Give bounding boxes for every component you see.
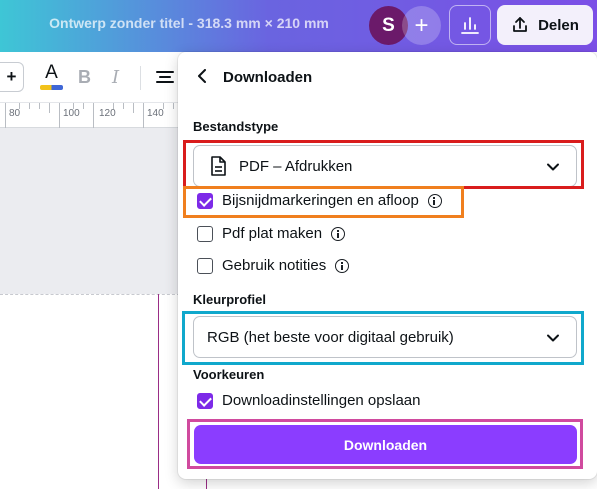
flatten-pdf-checkbox[interactable] — [197, 225, 213, 242]
color-profile-label: Kleurprofiel — [193, 292, 266, 307]
chevron-left-icon — [198, 69, 206, 83]
save-settings-checkbox[interactable] — [197, 392, 213, 409]
text-color-button[interactable]: A — [39, 62, 64, 92]
bold-button[interactable]: B — [78, 67, 91, 88]
preferences-label: Voorkeuren — [193, 367, 265, 382]
add-collaborator-button[interactable]: + — [402, 6, 441, 45]
flatten-pdf-label: Pdf plat maken — [222, 225, 323, 242]
bleed-guide — [158, 294, 159, 489]
share-label: Delen — [538, 16, 579, 34]
align-button[interactable] — [155, 70, 175, 91]
bar-chart-icon — [461, 17, 479, 34]
back-button[interactable] — [192, 66, 212, 86]
text-color-icon: A — [45, 62, 58, 83]
highlight-box-crop-marks — [183, 186, 464, 218]
option-flatten-pdf[interactable]: Pdf plat maken — [197, 225, 346, 242]
info-icon[interactable] — [335, 258, 350, 273]
file-type-label: Bestandstype — [193, 119, 279, 134]
ruler-label: 100 — [63, 108, 80, 119]
top-bar: Ontwerp zonder titel - 318.3 mm × 210 mm… — [0, 0, 597, 52]
text-color-swatch — [40, 85, 63, 90]
align-icon — [156, 71, 174, 83]
font-size-increase-button[interactable]: + — [0, 62, 24, 92]
editor-toolbar: + A B I — [0, 52, 180, 103]
ruler-label: 120 — [99, 108, 116, 119]
ruler-label: 140 — [147, 108, 164, 119]
highlight-box-color-profile — [182, 311, 584, 365]
download-panel: Downloaden Bestandstype PDF – Afdrukken … — [178, 52, 597, 479]
use-notes-checkbox[interactable] — [197, 257, 213, 274]
save-settings-label: Downloadinstellingen opslaan — [222, 392, 421, 409]
share-button[interactable]: Delen — [497, 5, 593, 45]
upload-icon — [513, 17, 527, 32]
highlight-box-file-type — [183, 140, 584, 189]
italic-button[interactable]: I — [112, 67, 119, 88]
insights-button[interactable] — [449, 5, 491, 45]
horizontal-ruler: 80 100 120 140 — [0, 103, 180, 128]
document-title[interactable]: Ontwerp zonder titel - 318.3 mm × 210 mm — [0, 15, 378, 31]
highlight-box-download — [187, 419, 583, 469]
ruler-label: 80 — [9, 108, 21, 119]
panel-header: Downloaden — [178, 52, 597, 100]
info-icon[interactable] — [331, 226, 346, 241]
panel-title: Downloaden — [223, 69, 313, 86]
use-notes-label: Gebruik notities — [222, 257, 327, 274]
option-use-notes[interactable]: Gebruik notities — [197, 257, 350, 274]
option-save-settings[interactable]: Downloadinstellingen opslaan — [197, 392, 420, 409]
design-page[interactable] — [0, 294, 180, 489]
toolbar-divider — [140, 66, 141, 90]
